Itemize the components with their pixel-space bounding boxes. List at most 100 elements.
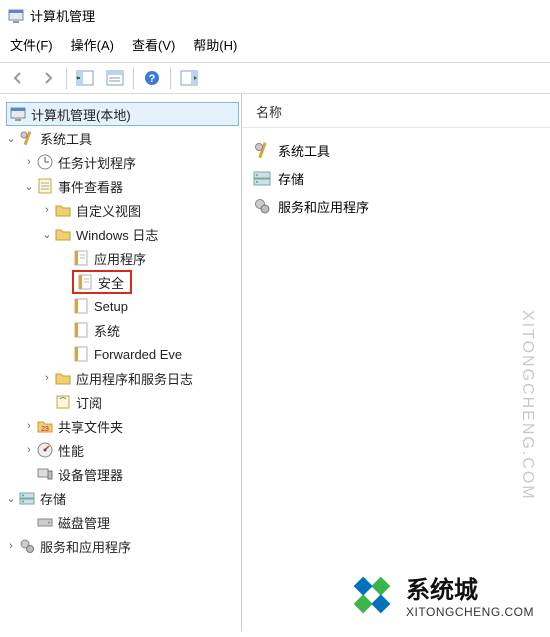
back-button[interactable]	[4, 65, 32, 91]
menubar: 文件(F) 操作(A) 查看(V) 帮助(H)	[0, 31, 550, 62]
tree-label: 存储	[40, 489, 66, 508]
tree-item-custom-views[interactable]: › 自定义视图	[4, 198, 241, 222]
tree-item-windows-logs[interactable]: ⌄ Windows 日志	[4, 222, 241, 246]
expander-icon[interactable]: ›	[40, 204, 54, 216]
toolbar-separator	[170, 67, 171, 89]
toolbar-separator	[66, 67, 67, 89]
folder-icon	[54, 369, 72, 387]
list-item-storage[interactable]: 存储	[252, 164, 550, 192]
list-item-label: 服务和应用程序	[278, 197, 369, 216]
watermark: XITONGCHENG.COM	[518, 310, 536, 501]
tree-item-app-service-logs[interactable]: › 应用程序和服务日志	[4, 366, 241, 390]
tree-label: 自定义视图	[76, 201, 141, 220]
tree: 计算机管理(本地) ⌄ 系统工具 › 任务计划程序 ⌄ 事件查看器	[0, 98, 241, 558]
tree-root-computer-management[interactable]: 计算机管理(本地)	[6, 102, 239, 126]
tools-icon	[18, 129, 36, 147]
expander-icon[interactable]: ⌄	[4, 132, 18, 145]
tree-item-security-log[interactable]: 安全	[4, 270, 241, 294]
window-title: 计算机管理	[30, 6, 95, 25]
tree-item-services-apps[interactable]: › 服务和应用程序	[4, 534, 241, 558]
brand-title: 系统城	[406, 570, 534, 605]
expander-icon[interactable]: ›	[22, 420, 36, 432]
tree-label: 应用程序和服务日志	[76, 369, 193, 388]
computer-icon	[9, 105, 27, 123]
brand: 系统城 XITONGCHENG.COM	[348, 570, 534, 619]
help-button[interactable]: ?	[138, 65, 166, 91]
tree-label: 设备管理器	[58, 465, 123, 484]
tree-label: Setup	[94, 299, 128, 314]
log-icon	[76, 273, 94, 291]
list-item-label: 系统工具	[278, 141, 330, 160]
list: 系统工具 存储 服务和应用程序	[242, 128, 550, 220]
services-icon	[252, 196, 272, 216]
tree-item-forwarded-events[interactable]: Forwarded Eve	[4, 342, 241, 366]
expander-icon[interactable]: ⌄	[22, 180, 36, 193]
highlight-box: 安全	[72, 270, 132, 294]
tree-pane: 计算机管理(本地) ⌄ 系统工具 › 任务计划程序 ⌄ 事件查看器	[0, 94, 242, 631]
clock-icon	[36, 153, 54, 171]
properties-button[interactable]	[101, 65, 129, 91]
expander-icon[interactable]: ›	[22, 156, 36, 168]
folder-icon	[54, 201, 72, 219]
event-viewer-icon	[36, 177, 54, 195]
disk-icon	[36, 513, 54, 531]
list-item-label: 存储	[278, 169, 304, 188]
tree-item-disk-management[interactable]: 磁盘管理	[4, 510, 241, 534]
device-manager-icon	[36, 465, 54, 483]
show-hide-tree-button[interactable]	[71, 65, 99, 91]
tree-item-shared-folders[interactable]: › 23 共享文件夹	[4, 414, 241, 438]
tree-item-task-scheduler[interactable]: › 任务计划程序	[4, 150, 241, 174]
forward-button[interactable]	[34, 65, 62, 91]
tree-item-subscriptions[interactable]: 订阅	[4, 390, 241, 414]
services-icon	[18, 537, 36, 555]
log-icon	[72, 321, 90, 339]
tree-item-system-tools[interactable]: ⌄ 系统工具	[4, 126, 241, 150]
menu-view[interactable]: 查看(V)	[132, 35, 175, 54]
menu-action[interactable]: 操作(A)	[71, 35, 114, 54]
expander-icon[interactable]: ⌄	[40, 228, 54, 241]
toolbar: ?	[0, 62, 550, 94]
menu-file[interactable]: 文件(F)	[10, 35, 53, 54]
expander-icon[interactable]: ›	[22, 444, 36, 456]
tree-label: 应用程序	[94, 249, 146, 268]
tree-label: 共享文件夹	[58, 417, 123, 436]
tree-label: 系统工具	[40, 129, 92, 148]
tree-label: 安全	[98, 273, 124, 292]
tree-label: 任务计划程序	[58, 153, 136, 172]
tree-item-system-log[interactable]: 系统	[4, 318, 241, 342]
tree-label: 性能	[58, 441, 84, 460]
svg-text:?: ?	[149, 73, 156, 85]
column-header-name[interactable]: 名称	[242, 98, 550, 128]
tree-item-performance[interactable]: › 性能	[4, 438, 241, 462]
action-pane-button[interactable]	[175, 65, 203, 91]
tree-item-event-viewer[interactable]: ⌄ 事件查看器	[4, 174, 241, 198]
tree-label: Windows 日志	[76, 225, 158, 244]
tree-item-storage[interactable]: ⌄ 存储	[4, 486, 241, 510]
tree-label: Forwarded Eve	[94, 347, 182, 362]
tree-label: 事件查看器	[58, 177, 123, 196]
tree-label: 订阅	[76, 393, 102, 412]
tree-label: 服务和应用程序	[40, 537, 131, 556]
menu-help[interactable]: 帮助(H)	[193, 35, 237, 54]
expander-icon[interactable]: ›	[4, 540, 18, 552]
performance-icon	[36, 441, 54, 459]
tree-item-application-log[interactable]: 应用程序	[4, 246, 241, 270]
tree-item-device-manager[interactable]: 设备管理器	[4, 462, 241, 486]
list-item-system-tools[interactable]: 系统工具	[252, 136, 550, 164]
list-pane: 名称 系统工具 存储 服务和应用程序	[242, 94, 550, 631]
log-icon	[72, 249, 90, 267]
expander-icon[interactable]: ⌄	[4, 492, 18, 505]
main-split: 计算机管理(本地) ⌄ 系统工具 › 任务计划程序 ⌄ 事件查看器	[0, 94, 550, 631]
toolbar-separator	[133, 67, 134, 89]
log-icon	[72, 297, 90, 315]
tools-icon	[252, 140, 272, 160]
storage-icon	[18, 489, 36, 507]
list-item-services-apps[interactable]: 服务和应用程序	[252, 192, 550, 220]
app-icon	[8, 8, 24, 24]
log-icon	[72, 345, 90, 363]
tree-item-setup-log[interactable]: Setup	[4, 294, 241, 318]
svg-text:23: 23	[41, 426, 49, 433]
expander-icon[interactable]: ›	[40, 372, 54, 384]
brand-logo-icon	[348, 571, 396, 619]
titlebar: 计算机管理	[0, 0, 550, 31]
